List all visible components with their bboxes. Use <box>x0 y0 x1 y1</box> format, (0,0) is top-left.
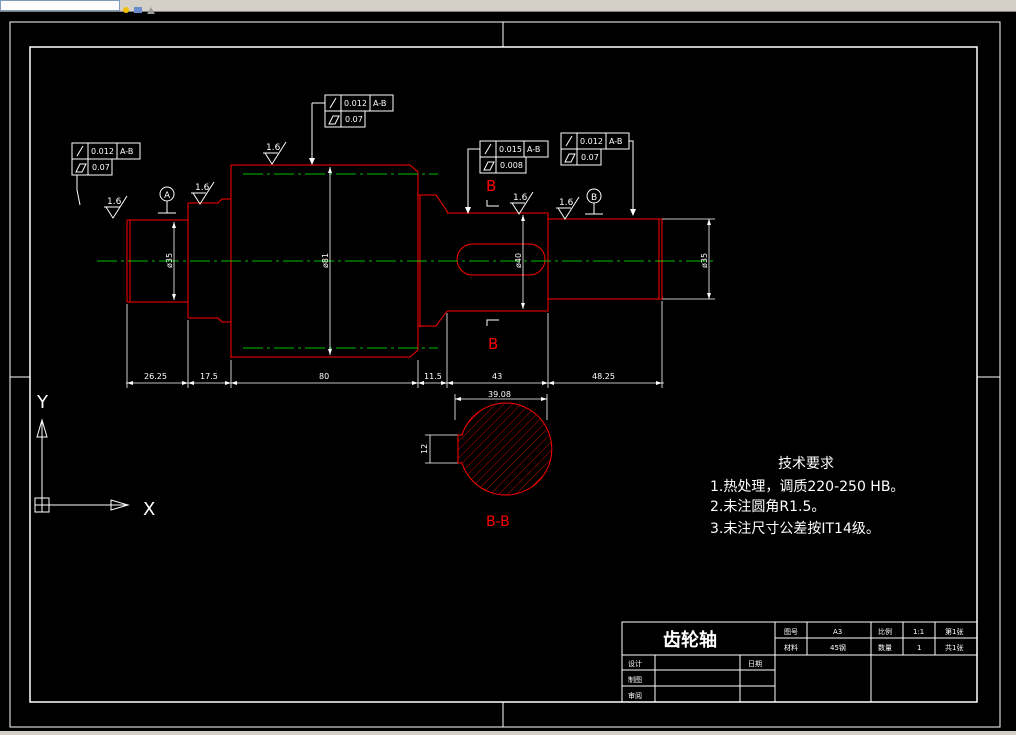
dim-len-1: 26.25 <box>144 372 167 381</box>
dim-key-width: 39.08 <box>488 390 511 399</box>
drawing-canvas[interactable]: ø35 ø81 ø40 ø35 26.25 17.5 80 11.5 43 48… <box>0 12 1016 731</box>
tech-req-title: 技术要求 <box>778 456 834 472</box>
ucs-x-label: X <box>143 499 155 520</box>
tb-material: 45钢 <box>830 643 846 652</box>
dim-len-3: 80 <box>319 372 329 381</box>
tb-label: 日期 <box>748 660 762 668</box>
section-marks <box>486 200 499 326</box>
part-name: 齿轮轴 <box>663 629 717 651</box>
tb-sheet: 第1张 <box>945 627 963 636</box>
tb-label: 数量 <box>878 643 892 652</box>
tol-value: 0.07 <box>345 115 363 124</box>
tol-datum: A-B <box>120 147 133 156</box>
toolbar-icon[interactable] <box>121 0 131 13</box>
roughness-value: 1.6 <box>559 198 574 208</box>
toolbar-icon[interactable] <box>133 0 143 13</box>
shaft-outline <box>126 164 663 358</box>
dim-dia-gear: ø81 <box>321 253 330 268</box>
dim-dia-left: ø35 <box>165 253 174 268</box>
tolerance-frame-3: 0.015 A-B 0.008 <box>465 140 549 214</box>
tb-qty: 1 <box>917 644 921 652</box>
tb-label: 图号 <box>784 628 798 636</box>
tol-value: 0.015 <box>499 145 522 154</box>
centerlines <box>97 173 714 349</box>
dim-key-depth: 12 <box>420 444 429 454</box>
dim-len-6: 48.25 <box>592 372 615 381</box>
roughness-value: 1.6 <box>513 193 528 203</box>
title-block: 齿轮轴 图号 A3 比例 1:1 第1张 材料 45钢 数量 1 共1张 设计 … <box>621 621 978 703</box>
tolerance-frame-2: 0.012 A-B 0.07 <box>309 94 394 165</box>
app-toolbar-strip <box>0 0 1016 14</box>
tb-label: 比例 <box>878 627 892 636</box>
tb-label: 审阅 <box>628 691 642 700</box>
tb-label: 制图 <box>628 675 642 684</box>
roughness-value: 1.6 <box>107 197 122 207</box>
dim-len-5: 43 <box>492 372 502 381</box>
tech-req-item: 2.未注圆角R1.5。 <box>710 499 825 515</box>
tol-value: 0.07 <box>92 163 110 172</box>
tech-req-item: 3.未注尺寸公差按IT14级。 <box>710 521 880 537</box>
section-view <box>457 402 553 496</box>
tb-scale: 1:1 <box>913 628 924 636</box>
toolbar-icon[interactable] <box>146 0 156 14</box>
roughness-value: 1.6 <box>195 183 210 193</box>
dimension-arrows <box>127 167 711 401</box>
layer-combo[interactable] <box>0 0 120 11</box>
dim-len-2: 17.5 <box>200 372 218 381</box>
section-mark-bottom: B <box>488 335 498 353</box>
tol-datum: A-B <box>609 137 622 146</box>
status-strip <box>0 731 1016 735</box>
tb-drawing-no: A3 <box>833 628 842 636</box>
ucs-icon <box>34 418 130 513</box>
dim-dia-keyed: ø40 <box>514 253 523 268</box>
section-label: B-B <box>486 514 510 530</box>
section-mark-top: B <box>486 177 496 195</box>
dim-dia-right: ø35 <box>700 253 709 268</box>
tol-value: 0.012 <box>344 99 367 108</box>
tol-value: 0.012 <box>91 147 114 156</box>
tol-datum: A-B <box>527 145 540 154</box>
dim-len-4: 11.5 <box>424 372 442 381</box>
datum-a-label: A <box>164 191 171 201</box>
datum-markers <box>158 186 603 215</box>
ucs-y-label: Y <box>36 392 49 413</box>
tb-label: 设计 <box>628 659 642 668</box>
tolerance-frame-1: 0.012 A-B 0.07 <box>71 142 141 206</box>
tol-value: 0.07 <box>581 153 599 162</box>
datum-b-label: B <box>591 193 597 203</box>
tol-value: 0.008 <box>500 161 523 170</box>
roughness-value: 1.6 <box>266 143 281 153</box>
tech-req-item: 1.热处理，调质220-250 HB。 <box>710 479 904 495</box>
tol-value: 0.012 <box>580 137 603 146</box>
tb-total: 共1张 <box>945 643 963 652</box>
tb-label: 材料 <box>784 643 798 652</box>
tol-datum: A-B <box>373 99 386 108</box>
